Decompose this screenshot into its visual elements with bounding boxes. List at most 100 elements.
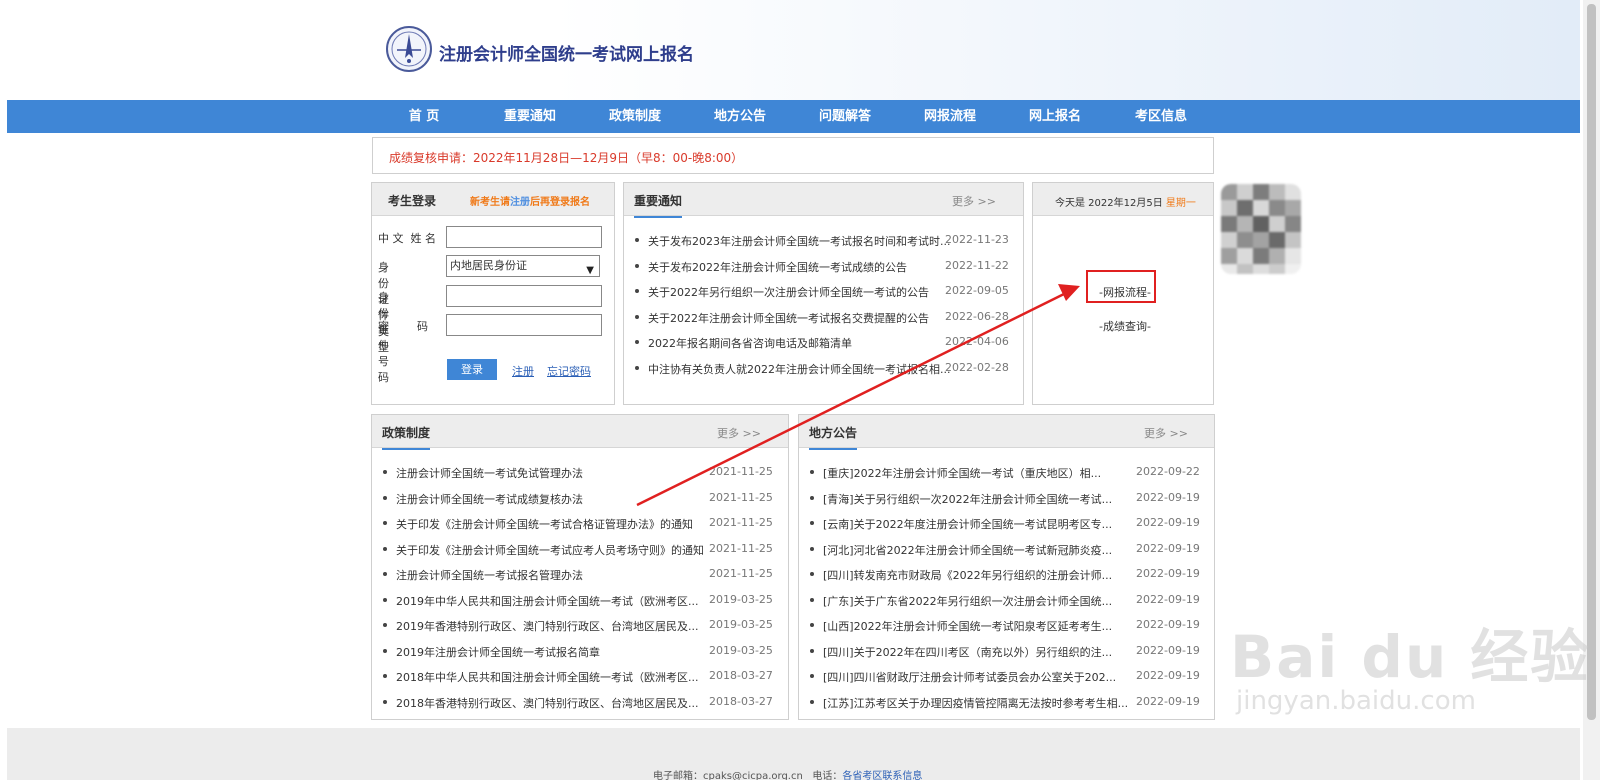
list-item-title[interactable]: 关于发布2022年注册会计师全国统一考试成绩的公告 <box>648 259 907 275</box>
list-item[interactable]: [云南]关于2022年度注册会计师全国统一考试昆明考区专... 2022-09-1… <box>810 516 1210 532</box>
list-item-title[interactable]: [云南]关于2022年度注册会计师全国统一考试昆明考区专... <box>823 516 1112 532</box>
list-item[interactable]: 关于发布2023年注册会计师全国统一考试报名时间和考试时... 2022-11-2… <box>635 233 1020 249</box>
list-item-date: 2022-04-06 <box>945 335 1009 348</box>
register-hint-pre: 新考生请 <box>470 197 510 208</box>
bullet-icon <box>635 264 639 268</box>
policy-more-link[interactable]: 更多 >> <box>717 425 761 441</box>
local-announcements-header: 地方公告 更多 >> <box>799 415 1214 450</box>
id-number-input[interactable] <box>446 285 602 307</box>
list-item-title[interactable]: 注册会计师全国统一考试成绩复核办法 <box>396 491 583 507</box>
forgot-password-link[interactable]: 忘记密码 <box>547 363 591 379</box>
list-item-title[interactable]: 2018年香港特别行政区、澳门特别行政区、台湾地区居民及... <box>396 695 698 711</box>
bullet-icon <box>810 547 814 551</box>
list-item-title[interactable]: 2018年中华人民共和国注册会计师全国统一考试（欧洲考区... <box>396 669 698 685</box>
list-item[interactable]: 关于发布2022年注册会计师全国统一考试成绩的公告 2022-11-22 <box>635 259 1020 275</box>
list-item-title[interactable]: 2019年注册会计师全国统一考试报名简章 <box>396 644 600 660</box>
nav-exam-area-info[interactable]: 考区信息 <box>1111 100 1211 133</box>
list-item[interactable]: [四川]四川省财政厅注册会计师考试委员会办公室关于202... 2022-09-1… <box>810 669 1210 685</box>
footer-email[interactable]: cpaks@cicpa.org.cn <box>703 771 803 780</box>
list-item-title[interactable]: [山西]2022年注册会计师全国统一考试阳泉考区延考考生... <box>823 618 1112 634</box>
list-item-date: 2018-03-27 <box>709 669 773 682</box>
main-nav: 首 页 重要通知 政策制度 地方公告 问题解答 网报流程 网上报名 考区信息 <box>7 100 1580 133</box>
list-item[interactable]: 2019年中华人民共和国注册会计师全国统一考试（欧洲考区... 2019-03-2… <box>383 593 783 609</box>
nav-policy[interactable]: 政策制度 <box>585 100 685 133</box>
list-item[interactable]: 2018年中华人民共和国注册会计师全国统一考试（欧洲考区... 2018-03-2… <box>383 669 783 685</box>
list-item-title[interactable]: 2019年香港特别行政区、澳门特别行政区、台湾地区居民及... <box>396 618 698 634</box>
list-item-date: 2022-11-23 <box>945 233 1009 246</box>
list-item-title[interactable]: 关于2022年另行组织一次注册会计师全国统一考试的公告 <box>648 284 929 300</box>
list-item-title[interactable]: 2022年报名期间各省咨询电话及邮箱清单 <box>648 335 852 351</box>
list-item[interactable]: 2022年报名期间各省咨询电话及邮箱清单 2022-04-06 <box>635 335 1020 351</box>
list-item[interactable]: 2019年香港特别行政区、澳门特别行政区、台湾地区居民及... 2019-03-2… <box>383 618 783 634</box>
name-input[interactable] <box>446 226 602 248</box>
list-item[interactable]: 关于印发《注册会计师全国统一考试应考人员考场守则》的通知 2021-11-25 <box>383 542 783 558</box>
list-item[interactable]: 关于2022年注册会计师全国统一考试报名交费提醒的公告 2022-06-28 <box>635 310 1020 326</box>
list-item[interactable]: 注册会计师全国统一考试成绩复核办法 2021-11-25 <box>383 491 783 507</box>
password-input[interactable] <box>446 314 602 336</box>
list-item-date: 2021-11-25 <box>709 567 773 580</box>
bullet-icon <box>383 649 387 653</box>
date-display: 今天是 2022年12月5日 星期一 <box>1055 194 1196 209</box>
bullet-icon <box>383 547 387 551</box>
list-item-title[interactable]: [江苏]江苏考区关于办理因疫情管控隔离无法按时参考考生相... <box>823 695 1128 711</box>
list-item[interactable]: [青海]关于另行组织一次2022年注册会计师全国统一考试... 2022-09-1… <box>810 491 1210 507</box>
list-item[interactable]: [山西]2022年注册会计师全国统一考试阳泉考区延考考生... 2022-09-1… <box>810 618 1210 634</box>
id-type-select[interactable]: 内地居民身份证 ▼ <box>446 255 600 277</box>
list-item[interactable]: 注册会计师全国统一考试报名管理办法 2021-11-25 <box>383 567 783 583</box>
nav-local-announcements[interactable]: 地方公告 <box>690 100 790 133</box>
nav-important-notices[interactable]: 重要通知 <box>480 100 580 133</box>
important-more-link[interactable]: 更多 >> <box>952 193 996 209</box>
bullet-icon <box>383 674 387 678</box>
nav-faq[interactable]: 问题解答 <box>795 100 895 133</box>
list-item-title[interactable]: 关于2022年注册会计师全国统一考试报名交费提醒的公告 <box>648 310 929 326</box>
list-item[interactable]: [四川]关于2022年在四川考区（南充以外）另行组织的注... 2022-09-1… <box>810 644 1210 660</box>
list-item-date: 2022-09-19 <box>1136 542 1200 555</box>
list-item-title[interactable]: 关于印发《注册会计师全国统一考试合格证管理办法》的通知 <box>396 516 693 532</box>
list-item-date: 2021-11-25 <box>709 491 773 504</box>
cicpa-logo-icon[interactable] <box>386 26 432 72</box>
list-item-title[interactable]: [河北]河北省2022年注册会计师全国统一考试新冠肺炎疫... <box>823 542 1112 558</box>
list-item[interactable]: 关于印发《注册会计师全国统一考试合格证管理办法》的通知 2021-11-25 <box>383 516 783 532</box>
list-item[interactable]: [四川]转发南充市财政局《2022年另行组织的注册会计师... 2022-09-1… <box>810 567 1210 583</box>
list-item-title[interactable]: [四川]关于2022年在四川考区（南充以外）另行组织的注... <box>823 644 1112 660</box>
register-link[interactable]: 注册 <box>512 363 534 379</box>
list-item-title[interactable]: 注册会计师全国统一考试报名管理办法 <box>396 567 583 583</box>
nav-online-registration[interactable]: 网上报名 <box>1005 100 1105 133</box>
list-item-title[interactable]: [重庆]2022年注册会计师全国统一考试（重庆地区）相... <box>823 465 1101 481</box>
id-number-label: 身份证件号码 <box>378 291 389 384</box>
bullet-icon <box>635 340 639 344</box>
list-item-title[interactable]: 中注协有关负责人就2022年注册会计师全国统一考试报名相... <box>648 361 950 377</box>
footer-contact: 电子邮箱：cpaks@cicpa.org.cn 电话：各省考区联系信息 <box>653 767 922 780</box>
list-item[interactable]: [重庆]2022年注册会计师全国统一考试（重庆地区）相... 2022-09-22 <box>810 465 1210 481</box>
list-item-title[interactable]: 2019年中华人民共和国注册会计师全国统一考试（欧洲考区... <box>396 593 698 609</box>
score-query-link[interactable]: -成绩查询- <box>1099 318 1151 334</box>
nav-home[interactable]: 首 页 <box>374 100 474 133</box>
list-item-title[interactable]: [广东]关于广东省2022年另行组织一次注册会计师全国统... <box>823 593 1112 609</box>
footer-contact-link[interactable]: 各省考区联系信息 <box>842 771 922 780</box>
list-item-date: 2018-03-27 <box>709 695 773 708</box>
local-announcements-title: 地方公告 <box>809 424 858 450</box>
list-item[interactable]: [河北]河北省2022年注册会计师全国统一考试新冠肺炎疫... 2022-09-1… <box>810 542 1210 558</box>
nav-registration-process[interactable]: 网报流程 <box>900 100 1000 133</box>
list-item-title[interactable]: 关于印发《注册会计师全国统一考试应考人员考场守则》的通知 <box>396 542 704 558</box>
login-button[interactable]: 登录 <box>447 359 497 380</box>
list-item-title[interactable]: 注册会计师全国统一考试免试管理办法 <box>396 465 583 481</box>
list-item[interactable]: 注册会计师全国统一考试免试管理办法 2021-11-25 <box>383 465 783 481</box>
bullet-icon <box>810 496 814 500</box>
important-notices-title: 重要通知 <box>634 192 683 218</box>
list-item-title[interactable]: 关于发布2023年注册会计师全国统一考试报名时间和考试时... <box>648 233 950 249</box>
list-item[interactable]: 2019年注册会计师全国统一考试报名简章 2019-03-25 <box>383 644 783 660</box>
list-item[interactable]: 中注协有关负责人就2022年注册会计师全国统一考试报名相... 2022-02-2… <box>635 361 1020 377</box>
baidu-jingyan-watermark: Bai du 经验 jingyan.baidu.com <box>1230 610 1590 716</box>
list-item[interactable]: [江苏]江苏考区关于办理因疫情管控隔离无法按时参考考生相... 2022-09-1… <box>810 695 1210 711</box>
list-item[interactable]: 关于2022年另行组织一次注册会计师全国统一考试的公告 2022-09-05 <box>635 284 1020 300</box>
list-item-title[interactable]: [四川]转发南充市财政局《2022年另行组织的注册会计师... <box>823 567 1112 583</box>
policy-header: 政策制度 更多 >> <box>372 415 788 450</box>
list-item[interactable]: [广东]关于广东省2022年另行组织一次注册会计师全国统... 2022-09-1… <box>810 593 1210 609</box>
list-item-title[interactable]: [青海]关于另行组织一次2022年注册会计师全国统一考试... <box>823 491 1112 507</box>
list-item-title[interactable]: [四川]四川省财政厅注册会计师考试委员会办公室关于202... <box>823 669 1116 685</box>
list-item[interactable]: 2018年香港特别行政区、澳门特别行政区、台湾地区居民及... 2018-03-2… <box>383 695 783 711</box>
register-hint-link[interactable]: 注册 <box>510 197 530 208</box>
list-item-date: 2022-09-22 <box>1136 465 1200 478</box>
local-more-link[interactable]: 更多 >> <box>1144 425 1188 441</box>
